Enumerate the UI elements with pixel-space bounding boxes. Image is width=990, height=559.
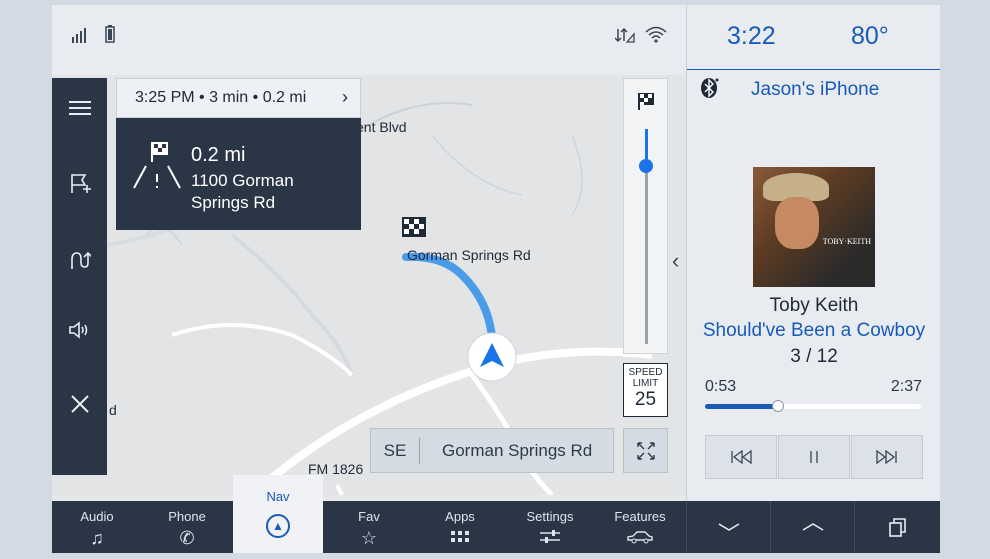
speed-limit-value: 25 (634, 389, 657, 410)
connected-device[interactable]: Jason's iPhone (751, 79, 879, 101)
navigation-icon: ▲ (266, 514, 290, 538)
tab-audio[interactable]: Audio ♫ (52, 501, 142, 553)
destination-road-label: Gorman Springs Rd (407, 247, 531, 263)
maneuver-address: 1100 Gorman Springs Rd (191, 171, 294, 212)
tab-apps-label: Apps (445, 509, 475, 524)
media-panel: 3:22 80° Jason's iPhone TOBY·KEITH Toby … (686, 5, 940, 501)
album-art-text: TOBY·KEITH (822, 237, 871, 246)
sync-screen: ent Blvd Gorman Springs Rd FM 1826 d 3:2… (52, 5, 940, 553)
panel-divider (687, 69, 940, 70)
tab-phone-label: Phone (168, 509, 206, 524)
phone-icon: ✆ (179, 528, 195, 548)
tab-features[interactable]: Features (595, 501, 685, 553)
bluetooth-icon (701, 77, 719, 99)
tab-settings[interactable]: Settings (505, 501, 595, 553)
tab-settings-label: Settings (526, 509, 574, 524)
next-track-button[interactable] (851, 435, 923, 479)
fullscreen-button[interactable] (623, 428, 668, 473)
progress-fill (705, 404, 779, 409)
destination-maneuver-icon (130, 140, 184, 192)
total-time: 2:37 (890, 378, 922, 395)
data-transfer-icon (614, 27, 635, 50)
pause-icon (810, 451, 818, 463)
edge-road-label: d (109, 402, 117, 418)
music-note-icon: ♫ (90, 528, 104, 548)
elapsed-time: 0:53 (705, 378, 737, 395)
street-label: ent Blvd (356, 119, 407, 135)
tab-nav-label: Nav (266, 489, 290, 504)
car-icon (595, 528, 685, 549)
menu-icon[interactable] (52, 78, 107, 138)
stacked-windows-icon (888, 518, 906, 537)
previous-icon (731, 450, 752, 464)
speed-limit-sign: SPEED LIMIT 25 (623, 363, 668, 417)
chevron-up-icon (802, 523, 823, 531)
playback-progress-bar[interactable] (705, 400, 921, 412)
chevron-right-icon: › (342, 87, 348, 107)
maneuver-card: 0.2 mi 1100 Gorman Springs Rd (116, 118, 361, 230)
heading-direction: SE (371, 437, 420, 464)
tab-audio-label: Audio (80, 509, 114, 524)
map-tools-bar (52, 78, 107, 475)
apps-grid-icon (415, 528, 505, 549)
current-road-banner[interactable]: SE Gorman Springs Rd (370, 428, 614, 473)
album-art: TOBY·KEITH (753, 167, 875, 287)
previous-track-button[interactable] (705, 435, 777, 479)
panel-down-button[interactable] (686, 501, 770, 553)
tab-fav-label: Fav (358, 509, 380, 524)
zoom-knob[interactable] (639, 159, 653, 173)
close-icon[interactable] (52, 374, 107, 434)
tab-fav[interactable]: Fav ☆ (324, 501, 414, 553)
current-road-name: Gorman Springs Rd (442, 440, 593, 460)
route-options-icon[interactable] (52, 230, 107, 290)
expand-arrows-icon (636, 441, 655, 460)
track-number: 3 / 12 (790, 346, 838, 367)
add-destination-icon[interactable] (52, 153, 107, 213)
pause-button[interactable] (778, 435, 850, 479)
eta-text: 3:25 PM • 3 min • 0.2 mi (135, 89, 307, 106)
artist-name: Toby Keith (769, 295, 859, 316)
star-add-icon: ☆ (360, 528, 378, 548)
tab-phone[interactable]: Phone ✆ (142, 501, 232, 553)
phone-battery-icon (105, 25, 115, 48)
speed-limit-label: SPEED LIMIT (628, 367, 663, 389)
song-title: Should've Been a Cowboy (702, 320, 926, 341)
maneuver-distance: 0.2 mi (191, 144, 246, 166)
progress-knob[interactable] (772, 400, 785, 412)
tab-apps[interactable]: Apps (415, 501, 505, 553)
collapse-panel-icon[interactable]: ‹ (672, 248, 679, 274)
tab-nav[interactable]: Nav ▲ (233, 475, 323, 553)
next-icon (876, 450, 897, 464)
eta-summary[interactable]: 3:25 PM • 3 min • 0.2 mi › (116, 78, 361, 118)
panel-up-button[interactable] (770, 501, 854, 553)
temperature: 80° (851, 22, 889, 50)
chevron-down-icon (718, 523, 739, 531)
recent-apps-button[interactable] (854, 501, 940, 553)
zoom-slider[interactable] (623, 78, 668, 354)
sliders-icon (505, 528, 595, 549)
tab-features-label: Features (614, 509, 666, 524)
checkered-flag-icon (636, 91, 656, 116)
signal-bars-icon (72, 27, 94, 48)
clock: 3:22 (727, 22, 776, 50)
volume-icon[interactable] (52, 300, 107, 360)
status-bar (52, 5, 686, 75)
wifi-icon (645, 25, 667, 48)
